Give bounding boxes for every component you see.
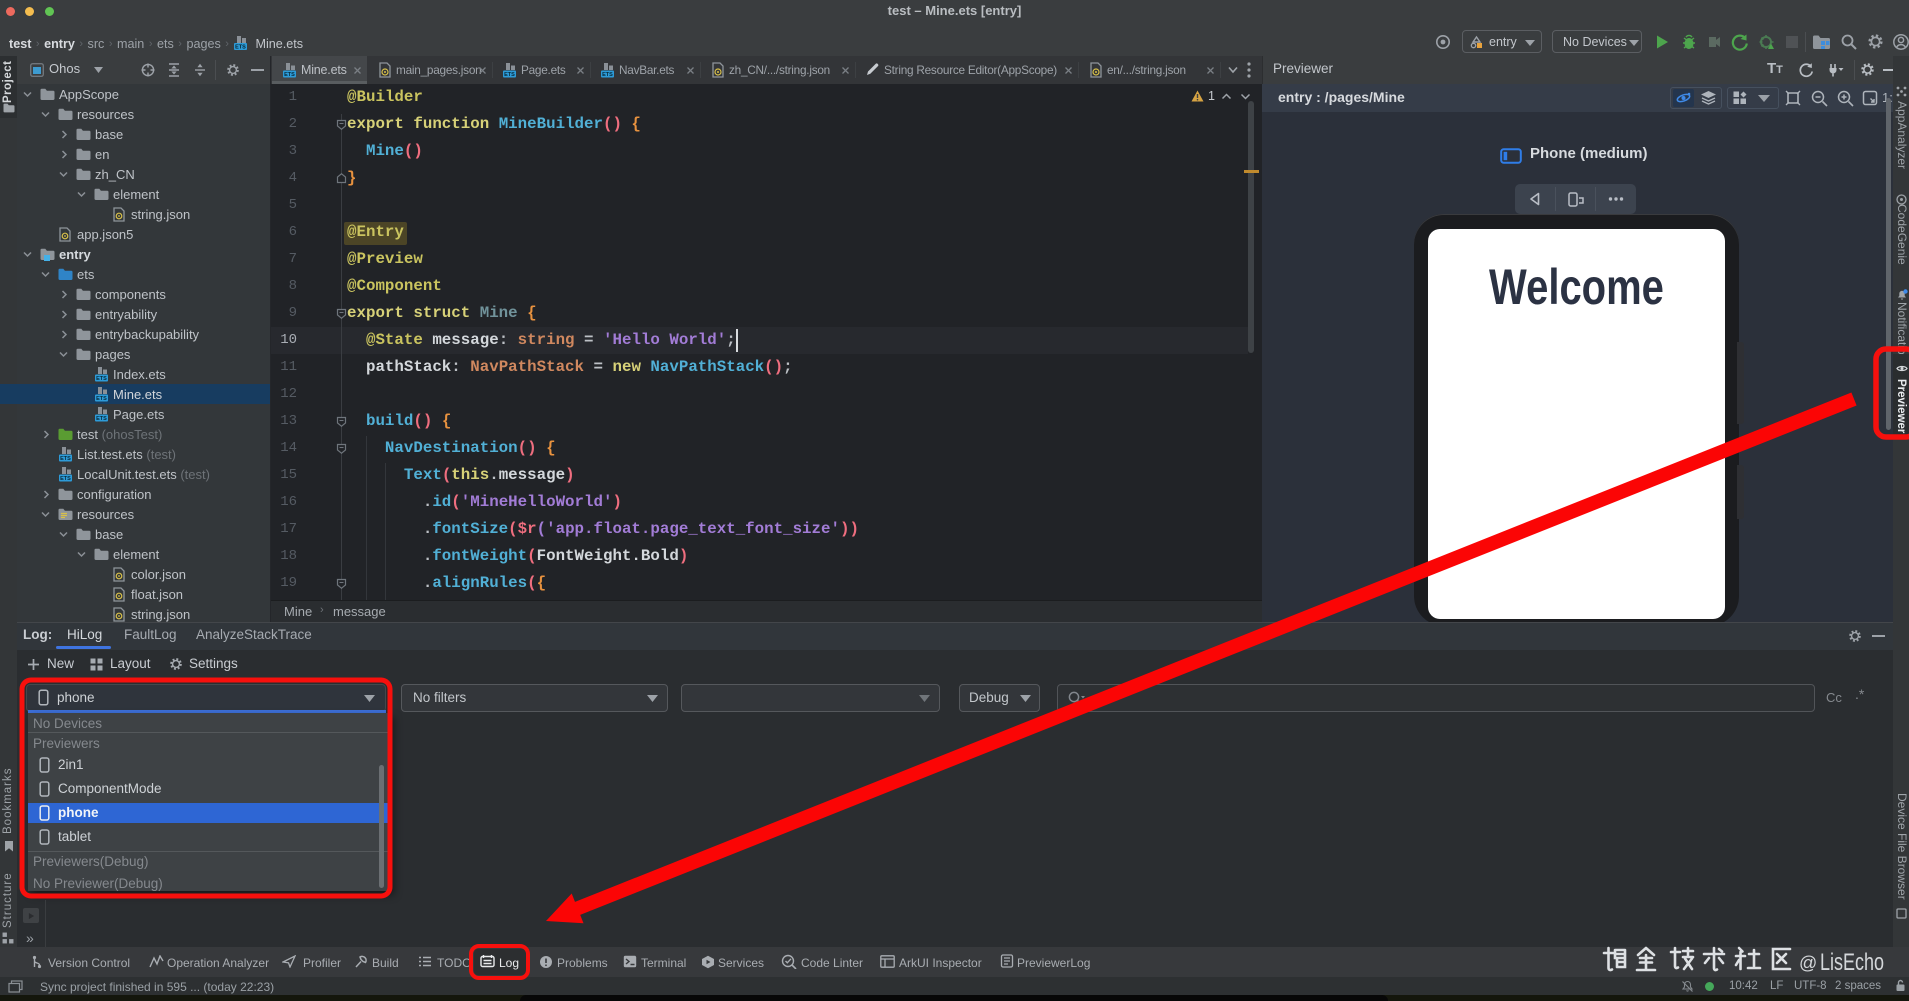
svg-text:@: @	[1799, 953, 1817, 973]
svg-text:ETS: ETS	[60, 476, 71, 482]
svg-text:ETS: ETS	[284, 72, 295, 78]
svg-text:ETS: ETS	[96, 376, 107, 382]
svg-text:ETS: ETS	[602, 72, 613, 78]
svg-text:ETS: ETS	[60, 456, 71, 462]
svg-text:ETS: ETS	[96, 416, 107, 422]
svg-text:LisEcho: LisEcho	[1820, 949, 1884, 976]
svg-text:ETS: ETS	[504, 72, 515, 78]
svg-text:ETS: ETS	[96, 396, 107, 402]
svg-text:ETS: ETS	[236, 45, 247, 51]
